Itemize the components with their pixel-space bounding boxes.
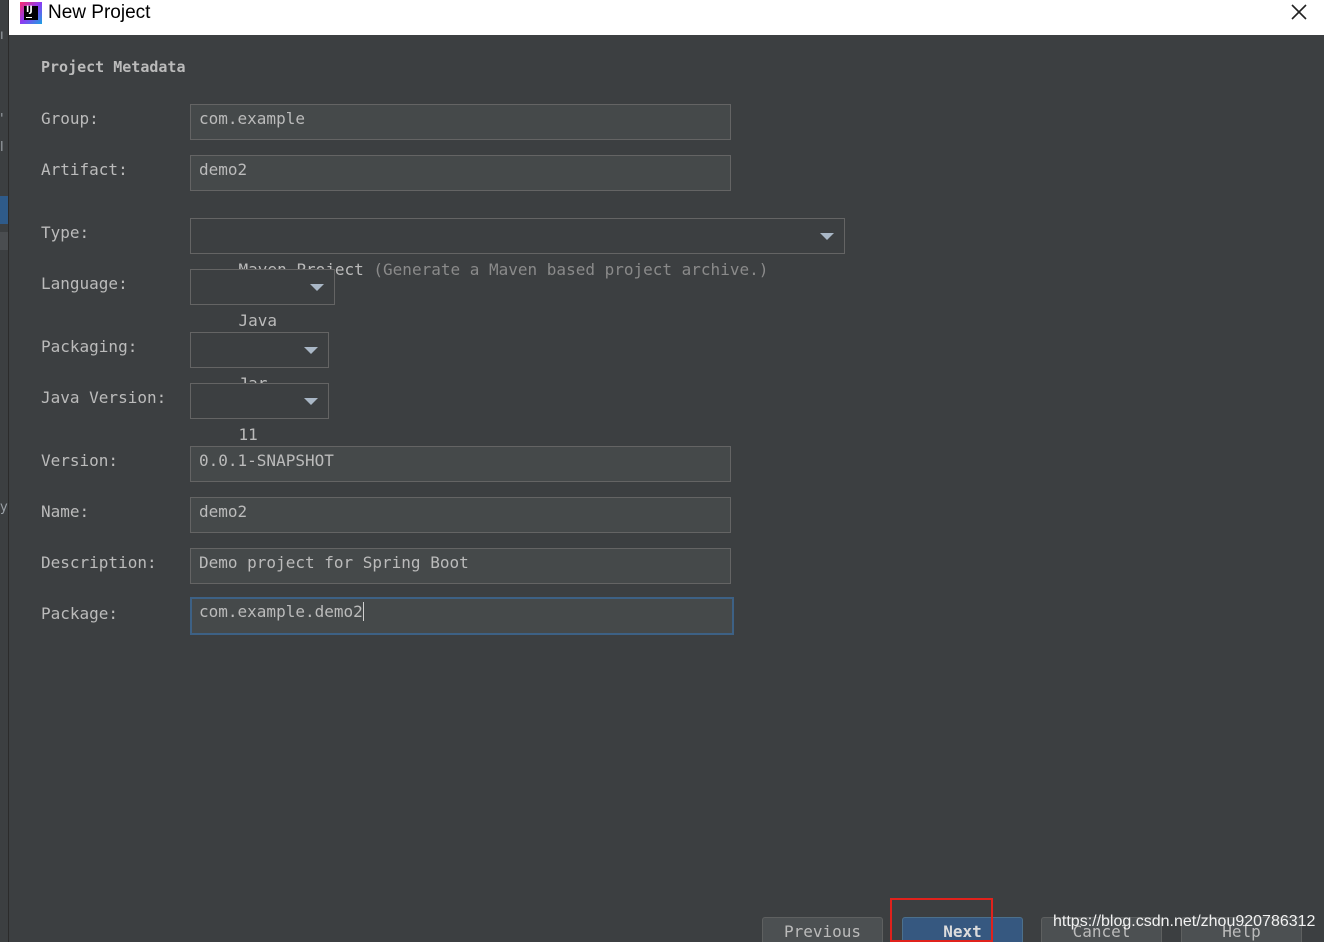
group-input[interactable]: com.example: [190, 104, 731, 140]
intellij-logo-icon: IJ: [20, 2, 42, 24]
name-label: Name:: [41, 502, 90, 521]
name-input[interactable]: demo2: [190, 497, 731, 533]
title-bar: IJ New Project: [9, 0, 1324, 35]
java-version-dropdown[interactable]: 11: [190, 383, 329, 444]
artifact-label: Artifact:: [41, 160, 128, 179]
text-caret: [362, 602, 364, 621]
language-value: Java: [238, 311, 278, 330]
type-dropdown[interactable]: Maven Project (Generate a Maven based pr…: [190, 218, 845, 279]
group-label: Group:: [41, 109, 99, 128]
package-input[interactable]: com.example.demo2: [190, 597, 734, 635]
packaging-label: Packaging:: [41, 337, 138, 356]
java-version-label: Java Version:: [41, 388, 167, 407]
close-icon: [1291, 4, 1307, 20]
description-label: Description:: [41, 553, 157, 572]
background-glyph: ': [0, 112, 4, 127]
type-hint: (Generate a Maven based project archive.…: [373, 260, 769, 279]
package-label: Package:: [41, 604, 119, 623]
window-title: New Project: [48, 2, 151, 23]
chevron-down-icon: [304, 347, 318, 354]
next-button[interactable]: Next: [902, 917, 1023, 942]
version-label: Version:: [41, 451, 119, 470]
java-version-value: 11: [238, 425, 258, 444]
background-selection: [0, 196, 8, 224]
description-input[interactable]: Demo project for Spring Boot: [190, 548, 731, 584]
background-glyph: ı: [0, 28, 4, 43]
close-button[interactable]: [1284, 0, 1314, 26]
section-title: Project Metadata: [41, 58, 186, 76]
artifact-input[interactable]: demo2: [190, 155, 731, 191]
background-glyph: l: [0, 140, 4, 155]
language-label: Language:: [41, 274, 128, 293]
chevron-down-icon: [304, 398, 318, 405]
watermark: https://blog.csdn.net/zhou920786312: [1053, 913, 1316, 930]
package-value: com.example.demo2: [199, 602, 363, 621]
background-row: [0, 232, 8, 250]
version-input[interactable]: 0.0.1-SNAPSHOT: [190, 446, 731, 482]
background-glyph: y: [0, 500, 8, 515]
background-ide-window: ı ' l y: [0, 0, 9, 942]
chevron-down-icon: [820, 233, 834, 240]
chevron-down-icon: [310, 284, 324, 291]
language-dropdown[interactable]: Java: [190, 269, 335, 330]
new-project-dialog: ı ' l y IJ New Project Project Metadata …: [0, 0, 1324, 942]
type-label: Type:: [41, 223, 90, 242]
previous-button[interactable]: Previous: [762, 917, 883, 942]
packaging-dropdown[interactable]: Jar: [190, 332, 329, 393]
